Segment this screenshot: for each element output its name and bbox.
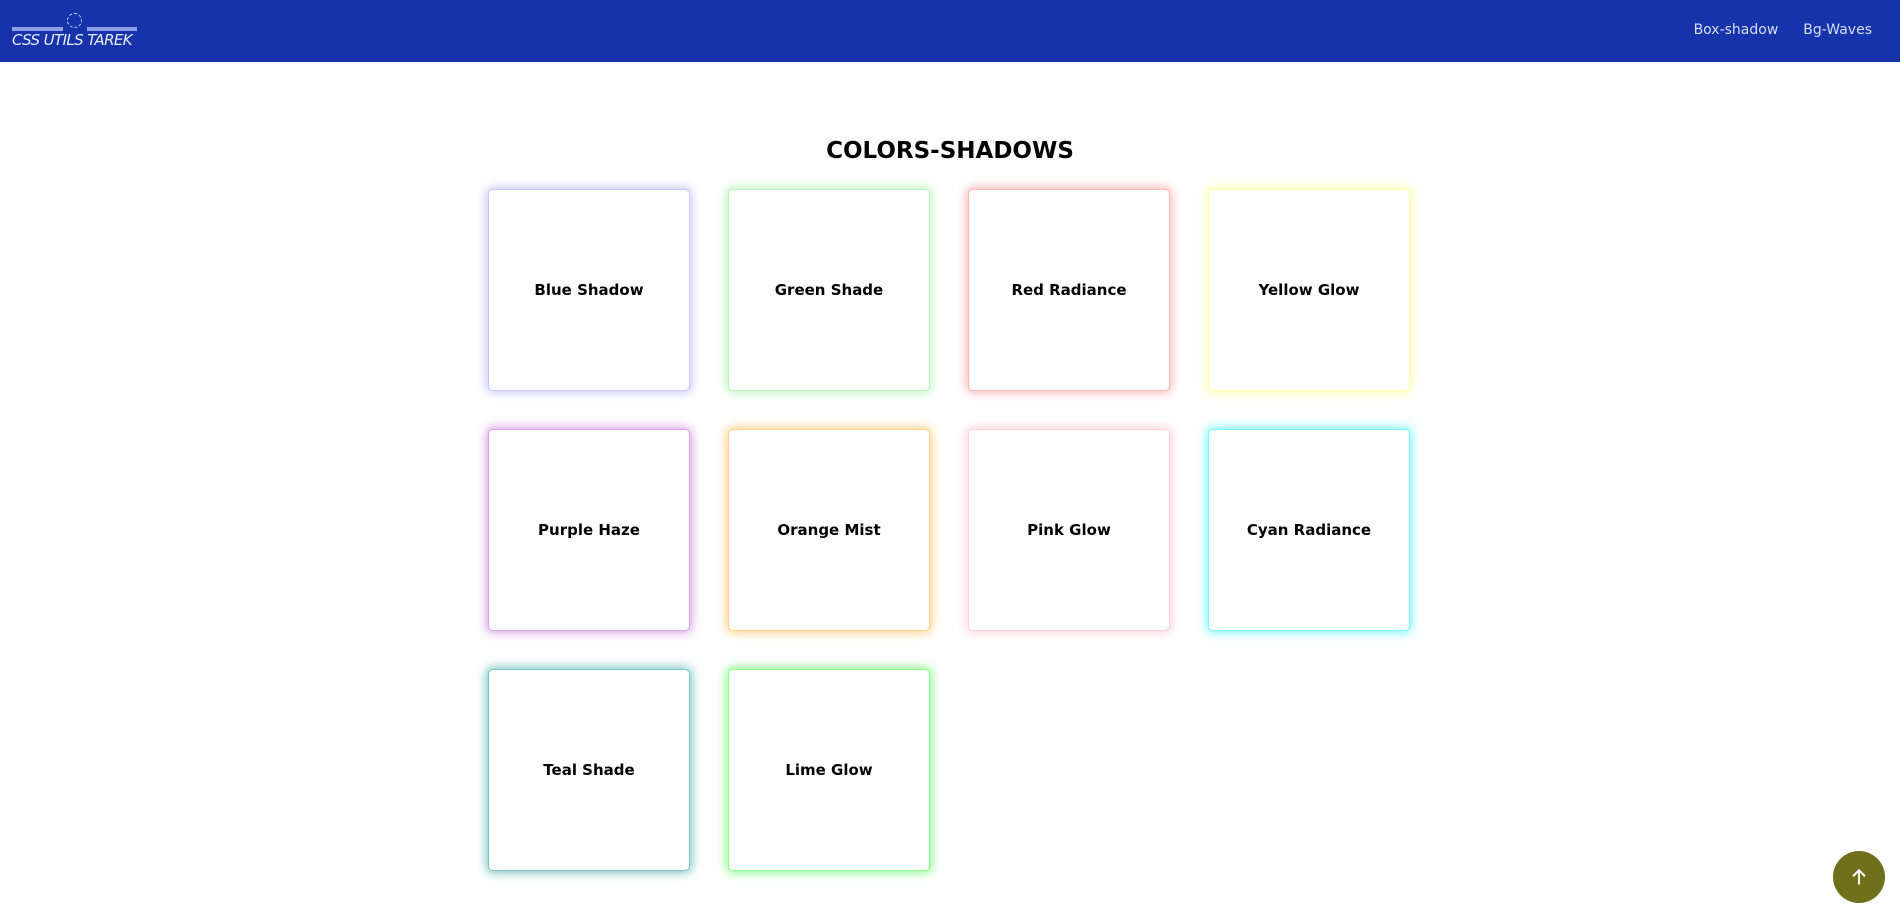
card-label: Green Shade	[774, 281, 884, 299]
logo[interactable]: CSS UTILS TAREK	[12, 12, 142, 52]
page-title: COLORS-SHADOWS	[826, 138, 1074, 165]
card-label: Cyan Radiance	[1246, 521, 1372, 539]
shadow-card-green-shade[interactable]: Green Shade	[729, 190, 929, 390]
card-label: Pink Glow	[1027, 521, 1111, 539]
card-label: Lime Glow	[785, 761, 873, 779]
shadow-card-cyan-radiance[interactable]: Cyan Radiance	[1209, 430, 1409, 630]
shadow-card-purple-haze[interactable]: Purple Haze	[489, 430, 689, 630]
shadow-card-teal-shade[interactable]: Teal Shade	[489, 670, 689, 870]
logo-circle-icon	[67, 13, 82, 28]
shadow-card-orange-mist[interactable]: Orange Mist	[729, 430, 929, 630]
card-label: Orange Mist	[777, 521, 881, 539]
card-label: Yellow Glow	[1258, 281, 1360, 299]
arrow-up-icon	[1852, 869, 1866, 885]
shadow-card-blue-shadow[interactable]: Blue Shadow	[489, 190, 689, 390]
shadow-card-red-radiance[interactable]: Red Radiance	[969, 190, 1169, 390]
top-navbar: CSS UTILS TAREK Box-shadow Bg-Waves	[0, 0, 1900, 62]
card-label: Red Radiance	[1011, 281, 1127, 299]
card-label: Blue Shadow	[534, 281, 644, 299]
shadow-cards-grid: Blue Shadow Green Shade Red Radiance Yel…	[489, 190, 1409, 870]
shadow-card-lime-glow[interactable]: Lime Glow	[729, 670, 929, 870]
logo-text: CSS UTILS TAREK	[12, 31, 133, 49]
nav-links: Box-shadow Bg-Waves	[1694, 21, 1872, 39]
card-label: Purple Haze	[538, 521, 640, 539]
card-label: Teal Shade	[543, 761, 635, 779]
nav-link-box-shadow[interactable]: Box-shadow	[1694, 21, 1779, 39]
nav-link-bg-waves[interactable]: Bg-Waves	[1803, 21, 1872, 39]
shadow-card-yellow-glow[interactable]: Yellow Glow	[1209, 190, 1409, 390]
shadow-card-pink-glow[interactable]: Pink Glow	[969, 430, 1169, 630]
scroll-to-top-button[interactable]	[1833, 851, 1885, 903]
